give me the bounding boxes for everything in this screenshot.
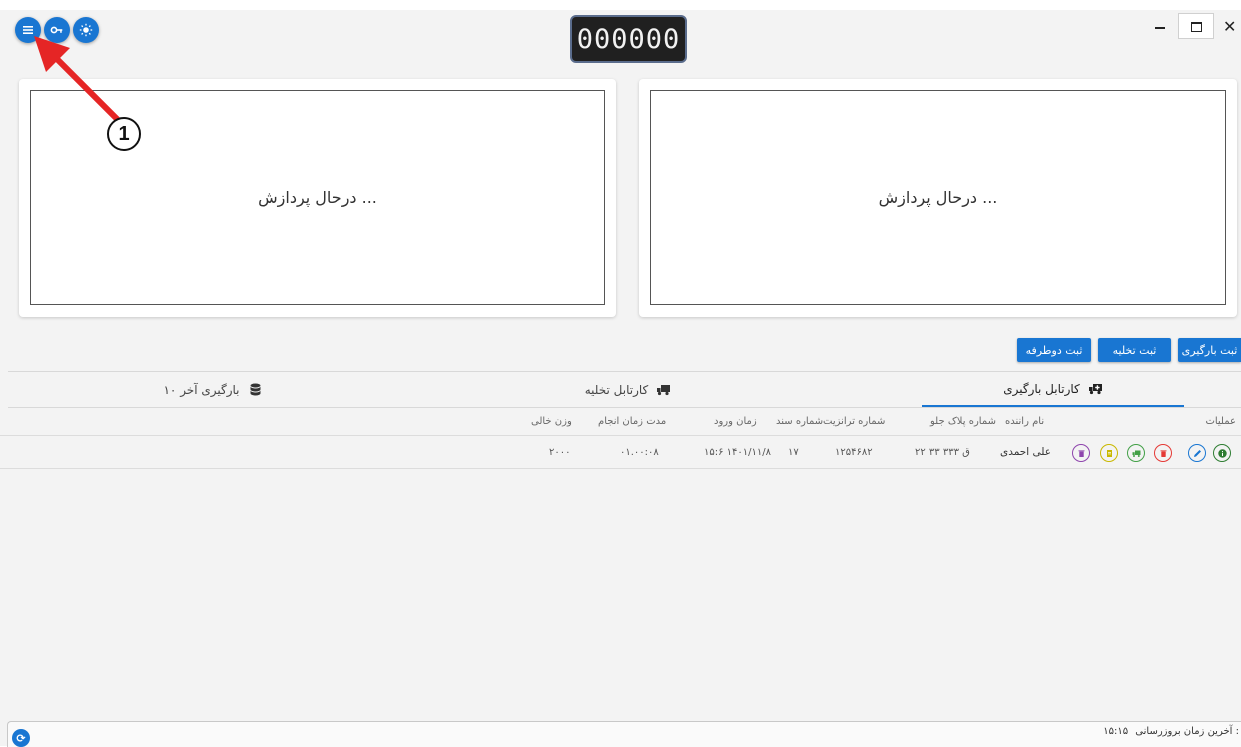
- last-update-time: ۱۵:۱۵: [1103, 726, 1129, 737]
- edit-button[interactable]: [1188, 444, 1206, 462]
- maximize-window-button[interactable]: [1178, 13, 1214, 39]
- tab-label: کارتابل تخلیه: [584, 382, 649, 397]
- register-two-way-button[interactable]: ثبت دوطرفه: [1017, 338, 1091, 362]
- cell-duration: ۰۱.۰۰:۰۸: [620, 446, 659, 458]
- weight-counter-display: 000000: [570, 15, 687, 63]
- truck-plus-icon: [1088, 384, 1102, 395]
- tab-unloading-cartable[interactable]: کارتابل تخلیه: [498, 372, 758, 407]
- column-duration: مدت زمان انجام: [598, 415, 667, 427]
- cell-entry-time: ۱۵:۶ ۱۴۰۱/۱۱/۸: [704, 446, 771, 458]
- last-update-label: آخرین زمان بروزرسانی :: [1135, 726, 1239, 737]
- document-button[interactable]: [1100, 444, 1118, 462]
- tab-last-ten-loadings[interactable]: ۱۰ بارگیری آخر: [88, 372, 338, 407]
- column-document-number: شماره سند: [776, 415, 824, 427]
- key-icon: [50, 26, 63, 34]
- trash-bin-icon: [1078, 449, 1084, 457]
- register-loading-button[interactable]: ثبت بارگیری: [1178, 338, 1241, 362]
- last-update-status: ۱۵:۱۵ آخرین زمان بروزرسانی :: [1099, 726, 1239, 737]
- info-button[interactable]: [1213, 444, 1231, 462]
- cell-empty-weight: ۲۰۰۰: [549, 446, 571, 458]
- minimize-window-button[interactable]: [1151, 18, 1169, 36]
- cell-document-number: ۱۷: [788, 446, 799, 458]
- refresh-icon: ⟳: [16, 731, 26, 745]
- column-driver-name: نام راننده: [1005, 415, 1045, 427]
- delete-icon: [1160, 449, 1166, 457]
- database-icon: [250, 383, 261, 396]
- hamburger-menu-icon: [23, 26, 33, 34]
- truck-icon: [657, 385, 671, 396]
- document-icon: [1106, 449, 1112, 457]
- truck-action-button[interactable]: [1127, 444, 1145, 462]
- status-bar: [7, 721, 1241, 747]
- tab-label: ۱۰ بارگیری آخر: [163, 382, 240, 397]
- column-front-plate: شماره پلاک جلو: [930, 415, 996, 427]
- annotation-number: 1: [107, 117, 141, 151]
- refresh-button[interactable]: ⟳: [12, 729, 30, 747]
- theme-toggle-button[interactable]: [73, 17, 99, 43]
- table-row[interactable]: علی احمدی ۲۲ ق ۳۳۳ ۳۳ ۱۲۵۴۶۸۲ ۱۷ ۱۵:۶ ۱۴…: [0, 436, 1241, 469]
- edit-icon: [1193, 449, 1201, 457]
- camera-panel-right: درحال پردازش ...: [639, 79, 1237, 317]
- column-entry-time: زمان ورود: [714, 415, 757, 427]
- info-icon: [1217, 448, 1227, 458]
- column-empty-weight: وزن خالی: [531, 415, 572, 427]
- key-button[interactable]: [44, 17, 70, 43]
- camera-status-right: درحال پردازش ...: [650, 90, 1226, 305]
- cell-driver-name: علی احمدی: [1000, 446, 1052, 458]
- tab-label: کارتابل بارگیری: [1003, 381, 1080, 396]
- register-unloading-button[interactable]: ثبت تخلیه: [1098, 338, 1171, 362]
- menu-button[interactable]: [15, 17, 41, 43]
- truck-icon: [1132, 450, 1140, 457]
- close-window-button[interactable]: ✕: [1223, 17, 1236, 36]
- tab-loading-cartable[interactable]: کارتابل بارگیری: [922, 372, 1184, 407]
- camera-panel-left: درحال پردازش ...: [19, 79, 616, 317]
- trash-bin-button[interactable]: [1072, 444, 1090, 462]
- column-transit-number: شماره ترانزیت: [823, 415, 886, 427]
- cell-transit-number: ۱۲۵۴۶۸۲: [835, 446, 873, 458]
- tab-bar: کارتابل بارگیری کارتابل تخلیه ۱۰ بارگیری…: [8, 371, 1241, 408]
- sun-icon: [79, 23, 93, 37]
- column-operations: عملیات: [1205, 415, 1236, 427]
- delete-button[interactable]: [1154, 444, 1172, 462]
- table-header: عملیات نام راننده شماره پلاک جلو شماره ت…: [0, 407, 1241, 436]
- cell-front-plate: ۲۲ ق ۳۳۳ ۳۳: [915, 446, 970, 458]
